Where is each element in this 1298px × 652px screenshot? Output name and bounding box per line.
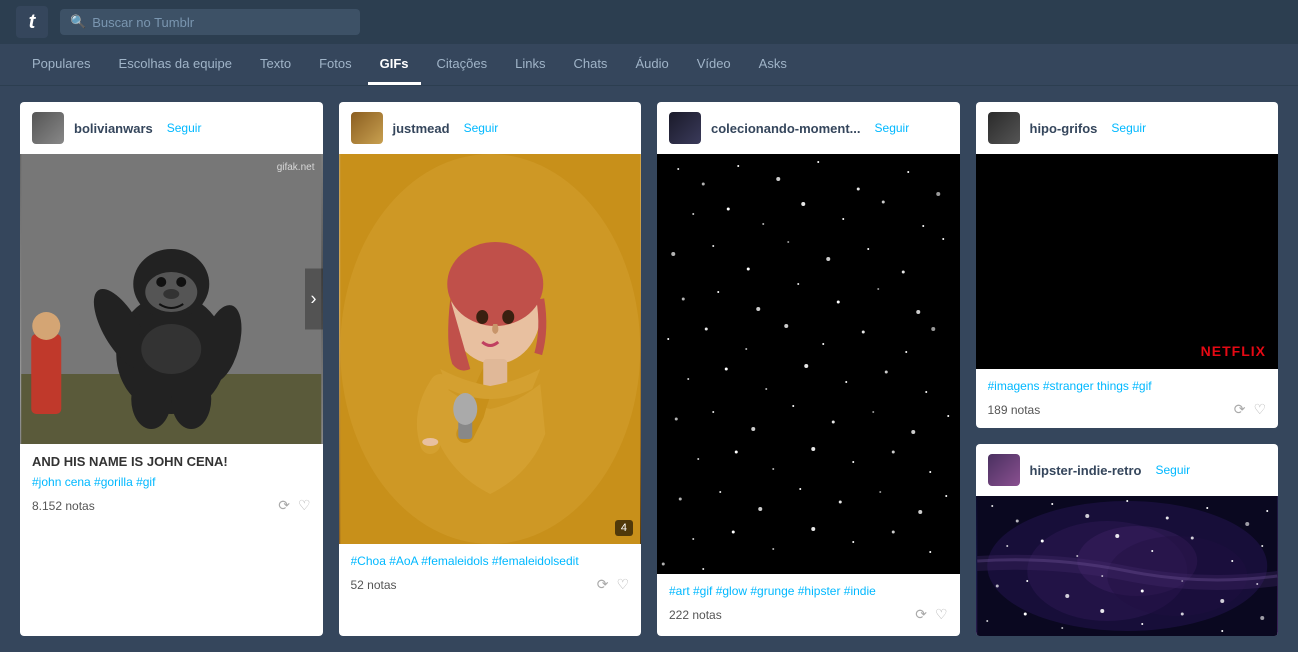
card-header-2: justmead Seguir [339, 102, 642, 154]
notes-row-3: 222 notas ⟳ ♡ [669, 606, 948, 623]
nav-gifs[interactable]: GIFs [368, 44, 421, 85]
action-icons-4a: ⟳ ♡ [1234, 401, 1266, 418]
post-title-1: AND HIS NAME IS JOHN CENA! [32, 454, 311, 469]
next-arrow-1[interactable]: › [305, 269, 323, 330]
singer-illustration [339, 154, 642, 544]
card-footer-1: AND HIS NAME IS JOHN CENA! #john cena #g… [20, 444, 323, 524]
post-card-4a: hipo-grifos Seguir NETFLIX #imagens #str… [976, 102, 1279, 428]
username-4a[interactable]: hipo-grifos [1030, 121, 1098, 136]
post-card-2: justmead Seguir [339, 102, 642, 636]
post-image-2: 4 [339, 154, 642, 544]
notes-count-2: 52 notas [351, 578, 397, 592]
search-input[interactable] [92, 15, 350, 30]
notes-row-4a: 189 notas ⟳ ♡ [988, 401, 1267, 418]
nav-asks[interactable]: Asks [747, 44, 799, 85]
topbar: t 🔍 [0, 0, 1298, 44]
avatar-1[interactable] [32, 112, 64, 144]
galaxy-illustration [976, 496, 1279, 636]
post-image-3 [657, 154, 960, 574]
reblog-icon-1[interactable]: ⟳ [278, 497, 290, 514]
netflix-label: NETFLIX [1201, 343, 1266, 359]
nav-escolhas[interactable]: Escolhas da equipe [107, 44, 244, 85]
tumblr-logo[interactable]: t [16, 6, 48, 38]
like-icon-1[interactable]: ♡ [298, 497, 311, 514]
avatar-3[interactable] [669, 112, 701, 144]
card-header-3: colecionando-moment... Seguir [657, 102, 960, 154]
follow-btn-3[interactable]: Seguir [875, 121, 910, 135]
reblog-icon-4a[interactable]: ⟳ [1234, 401, 1246, 418]
gorilla-illustration [20, 154, 323, 444]
post-tags-1[interactable]: #john cena #gorilla #gif [32, 475, 311, 489]
avatar-4a[interactable] [988, 112, 1020, 144]
nav-populares[interactable]: Populares [20, 44, 103, 85]
follow-btn-2[interactable]: Seguir [464, 121, 499, 135]
card-header-1: bolivianwars Seguir [20, 102, 323, 154]
nav-audio[interactable]: Áudio [623, 44, 680, 85]
post-card-3: colecionando-moment... Seguir [657, 102, 960, 636]
nav-video[interactable]: Vídeo [685, 44, 743, 85]
like-icon-4a[interactable]: ♡ [1253, 401, 1266, 418]
follow-btn-4b[interactable]: Seguir [1155, 463, 1190, 477]
card-header-4a: hipo-grifos Seguir [976, 102, 1279, 154]
netflix-illustration [976, 154, 1279, 369]
card-footer-3: #art #gif #glow #grunge #hipster #indie … [657, 574, 960, 633]
search-bar: 🔍 [60, 9, 360, 35]
nav-citacoes[interactable]: Citações [425, 44, 500, 85]
post-tags-2[interactable]: #Choa #AoA #femaleidols #femaleidolsedit [351, 554, 630, 568]
avatar-2[interactable] [351, 112, 383, 144]
post-image-4b [976, 496, 1279, 636]
card-header-4b: hipster-indie-retro Seguir [976, 444, 1279, 496]
like-icon-2[interactable]: ♡ [616, 576, 629, 593]
nav-links[interactable]: Links [503, 44, 557, 85]
posts-grid: bolivianwars Seguir [0, 86, 1298, 652]
action-icons-2: ⟳ ♡ [597, 576, 629, 593]
reblog-icon-3[interactable]: ⟳ [915, 606, 927, 623]
nav-texto[interactable]: Texto [248, 44, 303, 85]
post-image-1: gifak.net › [20, 154, 323, 444]
navbar: Populares Escolhas da equipe Texto Fotos… [0, 44, 1298, 86]
username-3[interactable]: colecionando-moment... [711, 121, 861, 136]
post-image-4a: NETFLIX [976, 154, 1279, 369]
follow-btn-4a[interactable]: Seguir [1111, 121, 1146, 135]
card-footer-4a: #imagens #stranger things #gif 189 notas… [976, 369, 1279, 428]
space-illustration [657, 154, 960, 574]
search-icon: 🔍 [70, 14, 86, 30]
like-icon-3[interactable]: ♡ [935, 606, 948, 623]
card-footer-2: #Choa #AoA #femaleidols #femaleidolsedit… [339, 544, 642, 603]
post-tags-4a[interactable]: #imagens #stranger things #gif [988, 379, 1267, 393]
username-1[interactable]: bolivianwars [74, 121, 153, 136]
action-icons-3: ⟳ ♡ [915, 606, 947, 623]
action-icons-1: ⟳ ♡ [278, 497, 310, 514]
notes-count-1: 8.152 notas [32, 499, 95, 513]
column-4: hipo-grifos Seguir NETFLIX #imagens #str… [976, 102, 1279, 636]
post-tags-3[interactable]: #art #gif #glow #grunge #hipster #indie [669, 584, 948, 598]
notes-row-1: 8.152 notas ⟳ ♡ [32, 497, 311, 514]
post-card-1: bolivianwars Seguir [20, 102, 323, 636]
avatar-4b[interactable] [988, 454, 1020, 486]
username-4b[interactable]: hipster-indie-retro [1030, 463, 1142, 478]
reblog-icon-2[interactable]: ⟳ [597, 576, 609, 593]
nav-chats[interactable]: Chats [561, 44, 619, 85]
post-card-4b: hipster-indie-retro Seguir [976, 444, 1279, 636]
nav-fotos[interactable]: Fotos [307, 44, 364, 85]
username-2[interactable]: justmead [393, 121, 450, 136]
notes-row-2: 52 notas ⟳ ♡ [351, 576, 630, 593]
watermark: gifak.net [277, 162, 315, 173]
notes-count-4a: 189 notas [988, 403, 1041, 417]
slide-indicator-2: 4 [615, 520, 633, 536]
notes-count-3: 222 notas [669, 608, 722, 622]
follow-btn-1[interactable]: Seguir [167, 121, 202, 135]
